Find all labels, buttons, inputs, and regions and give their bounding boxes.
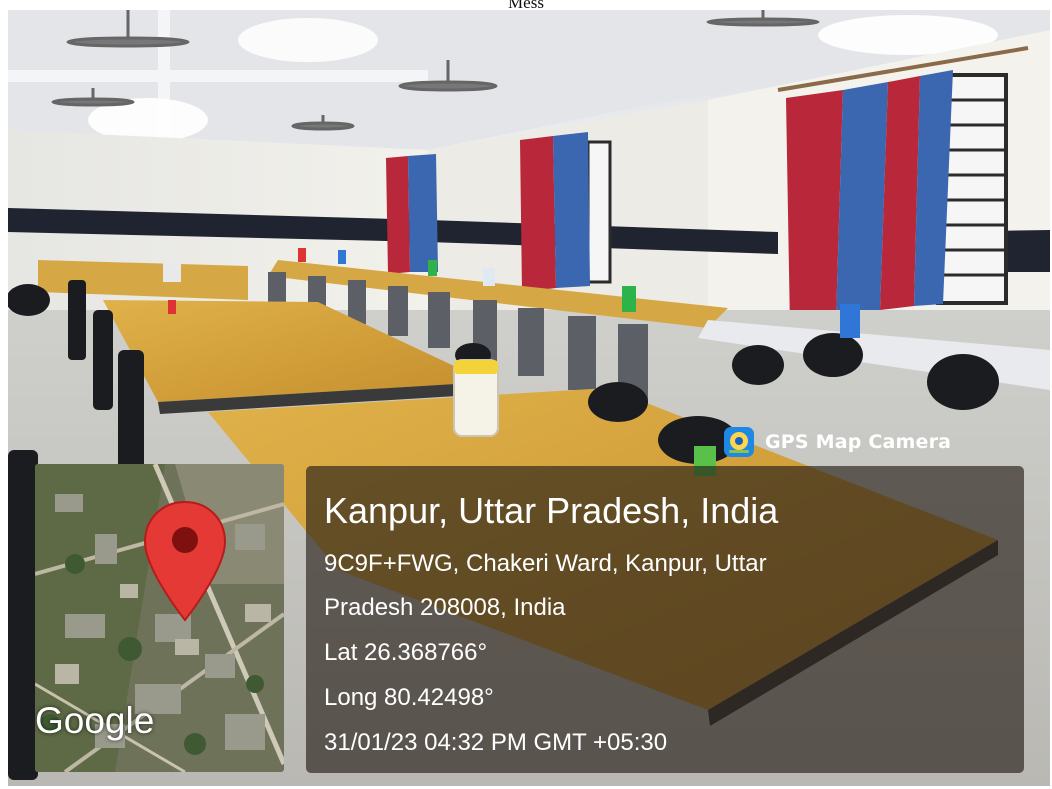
address-line-1: 9C9F+FWG, Chakeri Ward, Kanpur, Uttar <box>324 550 767 577</box>
longitude-text: Long 80.42498° <box>324 684 494 711</box>
timestamp-text: 31/01/23 04:32 PM GMT +05:30 <box>324 729 668 756</box>
gps-map-camera-badge: GPS Map Camera <box>723 426 951 458</box>
photo-caption: Mess <box>508 0 544 10</box>
mess-hall-photo: GPS Map Camera Kanpur, Uttar Pradesh, In… <box>8 10 1050 786</box>
address-line-2: Pradesh 208008, India <box>324 594 566 621</box>
latitude-text: Lat 26.368766° <box>324 639 488 666</box>
location-title: Kanpur, Uttar Pradesh, India <box>324 490 779 531</box>
location-info-panel: Kanpur, Uttar Pradesh, India 9C9F+FWG, C… <box>306 466 1024 773</box>
map-pin-icon <box>143 500 227 622</box>
gps-map-camera-label: GPS Map Camera <box>765 431 952 453</box>
google-attribution: Google <box>35 700 155 741</box>
satellite-map-thumbnail: Google <box>35 464 284 772</box>
gps-map-camera-icon <box>724 427 754 457</box>
